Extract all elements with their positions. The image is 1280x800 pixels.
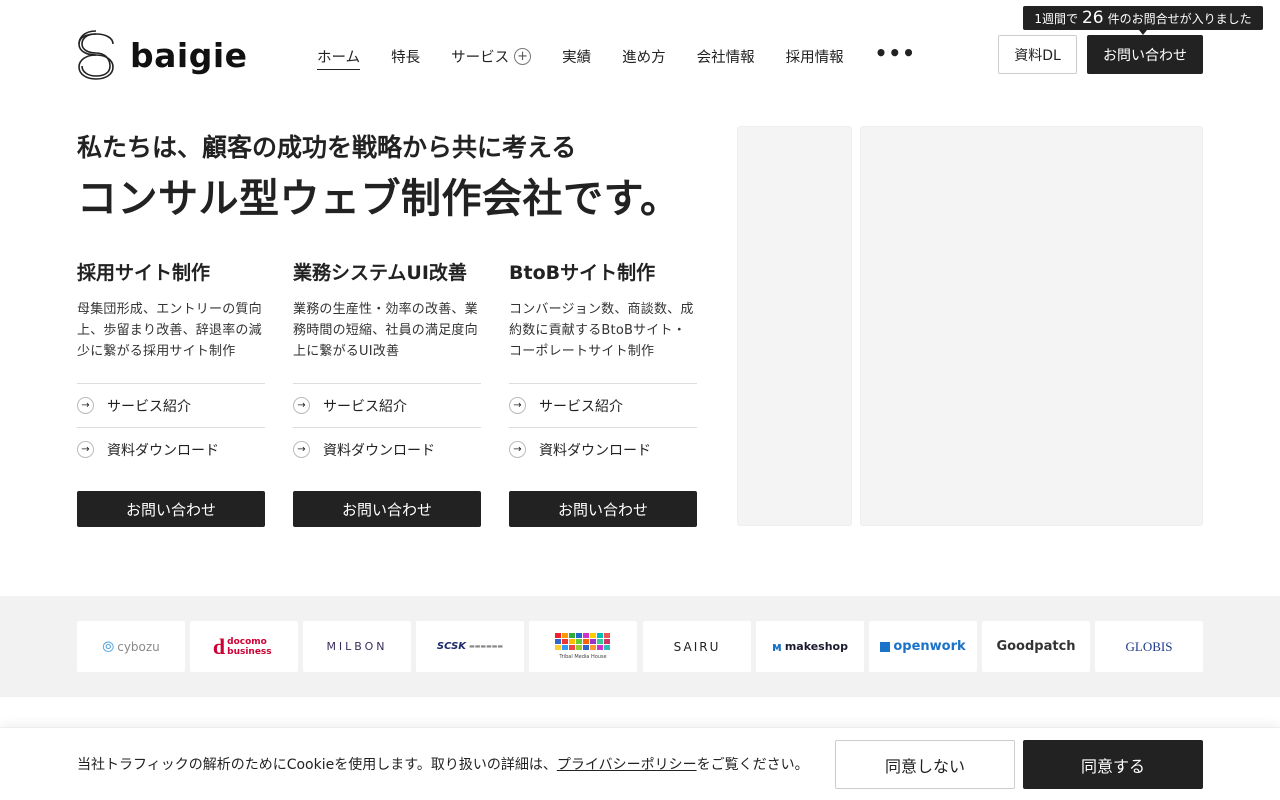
cookie-message: 当社トラフィックの解析のためにCookieを使用します。取り扱いの詳細は、プライ… [77, 754, 809, 774]
logo-label: makeshop [784, 640, 848, 653]
logo-label: Goodpatch [996, 639, 1076, 654]
notice-count: 26 [1081, 8, 1104, 28]
nav-label: 実績 [562, 49, 592, 66]
client-logo-milbon: MILBON [303, 621, 411, 672]
nav-item-features[interactable]: 特長 [391, 43, 420, 69]
client-logo-goodpatch: Goodpatch [982, 621, 1090, 672]
service-download-link[interactable]: → 資料ダウンロード [293, 427, 481, 471]
site-logo[interactable]: baigie [76, 28, 248, 82]
link-label: 資料ダウンロード [539, 442, 651, 459]
service-download-link[interactable]: → 資料ダウンロード [509, 427, 697, 471]
service-desc: コンバージョン数、商談数、成約数に貢献するBtoBサイト・コーポレートサイト制作 [509, 302, 694, 359]
service-title: 採用サイト制作 [77, 262, 211, 284]
client-logo-cybozu: ⦾ cybozu [77, 621, 185, 672]
service-contact-button[interactable]: お問い合わせ [509, 491, 697, 527]
client-logo-openwork: openwork [869, 621, 977, 672]
logo-label: MILBON [326, 640, 388, 653]
cookie-text-after: をご覧ください。 [696, 757, 809, 773]
link-label: 資料ダウンロード [323, 442, 435, 459]
nav-item-company[interactable]: 会社情報 [697, 43, 755, 69]
logo-label: docomo business [227, 636, 272, 657]
logo-label: SAIRU [673, 639, 721, 654]
arrow-right-icon: → [77, 441, 94, 458]
more-dots-icon[interactable]: ••• [875, 41, 916, 65]
logo-label: cybozu [117, 639, 160, 654]
service-intro-link[interactable]: → サービス紹介 [509, 383, 697, 427]
notice-suffix: 件のお問合せが入りました [1107, 11, 1252, 26]
service-card-ui: 業務システムUI改善 業務の生産性・効率の改善、業務時間の短縮、社員の満足度向上… [293, 258, 481, 527]
client-logo-sairu: SAIRU [643, 621, 751, 672]
tribal-mosaic-icon [555, 633, 610, 650]
nav-label: 採用情報 [785, 49, 844, 66]
scsk-subtext-icon: ▬▬▬▬▬▬ [469, 643, 504, 650]
site-header: baigie ホーム 特長 サービス + 実績 進め方 会社情報 採用情報 •••… [0, 0, 1280, 100]
hero-subtitle: 私たちは、顧客の成功を戦略から共に考える [77, 133, 577, 162]
nav-item-process[interactable]: 進め方 [622, 43, 666, 69]
service-title: BtoBサイト制作 [509, 262, 656, 284]
logo-label: SCSK [436, 641, 467, 652]
service-card-recruit: 採用サイト制作 母集団形成、エントリーの質向上、歩留まり改善、辞退率の減少に繋が… [77, 258, 265, 527]
cookie-text-before: 当社トラフィックの解析のためにCookieを使用します。取り扱いの詳細は、 [77, 757, 557, 773]
logo-text: baigie [130, 35, 248, 75]
logo-label: GLOBIS [1125, 638, 1173, 654]
link-label: サービス紹介 [107, 398, 191, 415]
cookie-accept-button[interactable]: 同意する [1023, 740, 1203, 789]
inquiry-notice: 1週間で 26 件のお問合せが入りました [1023, 6, 1263, 30]
link-label: サービス紹介 [539, 398, 623, 415]
nav-label: サービス [451, 49, 510, 66]
openwork-square-icon [880, 641, 891, 652]
nav-label: ホーム [317, 49, 361, 66]
client-logo-globis: GLOBIS [1095, 621, 1203, 672]
hero-image-left [737, 126, 852, 526]
service-intro-link[interactable]: → サービス紹介 [77, 383, 265, 427]
hero-image-right [860, 126, 1203, 526]
client-logo-scsk: SCSK ▬▬▬▬▬▬ [416, 621, 524, 672]
arrow-right-icon: → [509, 397, 526, 414]
service-desc: 業務の生産性・効率の改善、業務時間の短縮、社員の満足度向上に繋がるUI改善 [293, 302, 478, 359]
client-logos-band: ⦾ cybozu d docomo business MILBON SCSK ▬▬▬▬… [0, 596, 1280, 697]
nav-item-home[interactable]: ホーム [317, 43, 361, 70]
service-download-link[interactable]: → 資料ダウンロード [77, 427, 265, 471]
baigie-logo-icon [78, 30, 114, 80]
nav-label: 特長 [391, 49, 421, 66]
logo-label: Tribal Media House [559, 654, 607, 660]
arrow-right-icon: → [293, 441, 310, 458]
link-label: 資料ダウンロード [107, 442, 219, 459]
logo-label: openwork [893, 639, 966, 654]
contact-button[interactable]: お問い合わせ [1087, 35, 1203, 74]
nav-label: 進め方 [622, 49, 666, 66]
arrow-right-icon: → [77, 397, 94, 414]
service-intro-link[interactable]: → サービス紹介 [293, 383, 481, 427]
service-card-btob: BtoBサイト制作 コンバージョン数、商談数、成約数に貢献するBtoBサイト・コ… [509, 258, 697, 527]
cookie-deny-button[interactable]: 同意しない [835, 740, 1015, 789]
service-title: 業務システムUI改善 [293, 262, 467, 284]
service-desc: 母集団形成、エントリーの質向上、歩留まり改善、辞退率の減少に繋がる採用サイト制作 [77, 302, 262, 359]
download-button[interactable]: 資料DL [998, 35, 1077, 74]
service-contact-button[interactable]: お問い合わせ [293, 491, 481, 527]
notice-prefix: 1週間で [1034, 11, 1078, 26]
client-logo-makeshop: ᴍ makeshop [756, 621, 864, 672]
cybozu-mark-icon: ⦾ [102, 637, 115, 656]
docomo-d-icon: d [212, 633, 226, 659]
main-nav: ホーム 特長 サービス + 実績 進め方 会社情報 採用情報 ••• [317, 41, 916, 70]
client-logo-tribal: Tribal Media House [529, 621, 637, 672]
plus-icon: + [514, 47, 532, 65]
link-label: サービス紹介 [323, 398, 407, 415]
nav-label: 会社情報 [696, 49, 755, 66]
nav-item-works[interactable]: 実績 [562, 43, 591, 69]
nav-item-recruit[interactable]: 採用情報 [786, 43, 844, 69]
service-contact-button[interactable]: お問い合わせ [77, 491, 265, 527]
privacy-policy-link[interactable]: プライバシーポリシー [557, 757, 697, 773]
cookie-banner: 当社トラフィックの解析のためにCookieを使用します。取り扱いの詳細は、プライ… [0, 727, 1280, 800]
arrow-right-icon: → [293, 397, 310, 414]
hero-title: コンサル型ウェブ制作会社です。 [77, 176, 681, 222]
makeshop-m-icon: ᴍ [772, 639, 782, 654]
nav-item-services[interactable]: サービス + [451, 43, 532, 69]
client-logo-docomo: d docomo business [190, 621, 298, 672]
arrow-right-icon: → [509, 441, 526, 458]
